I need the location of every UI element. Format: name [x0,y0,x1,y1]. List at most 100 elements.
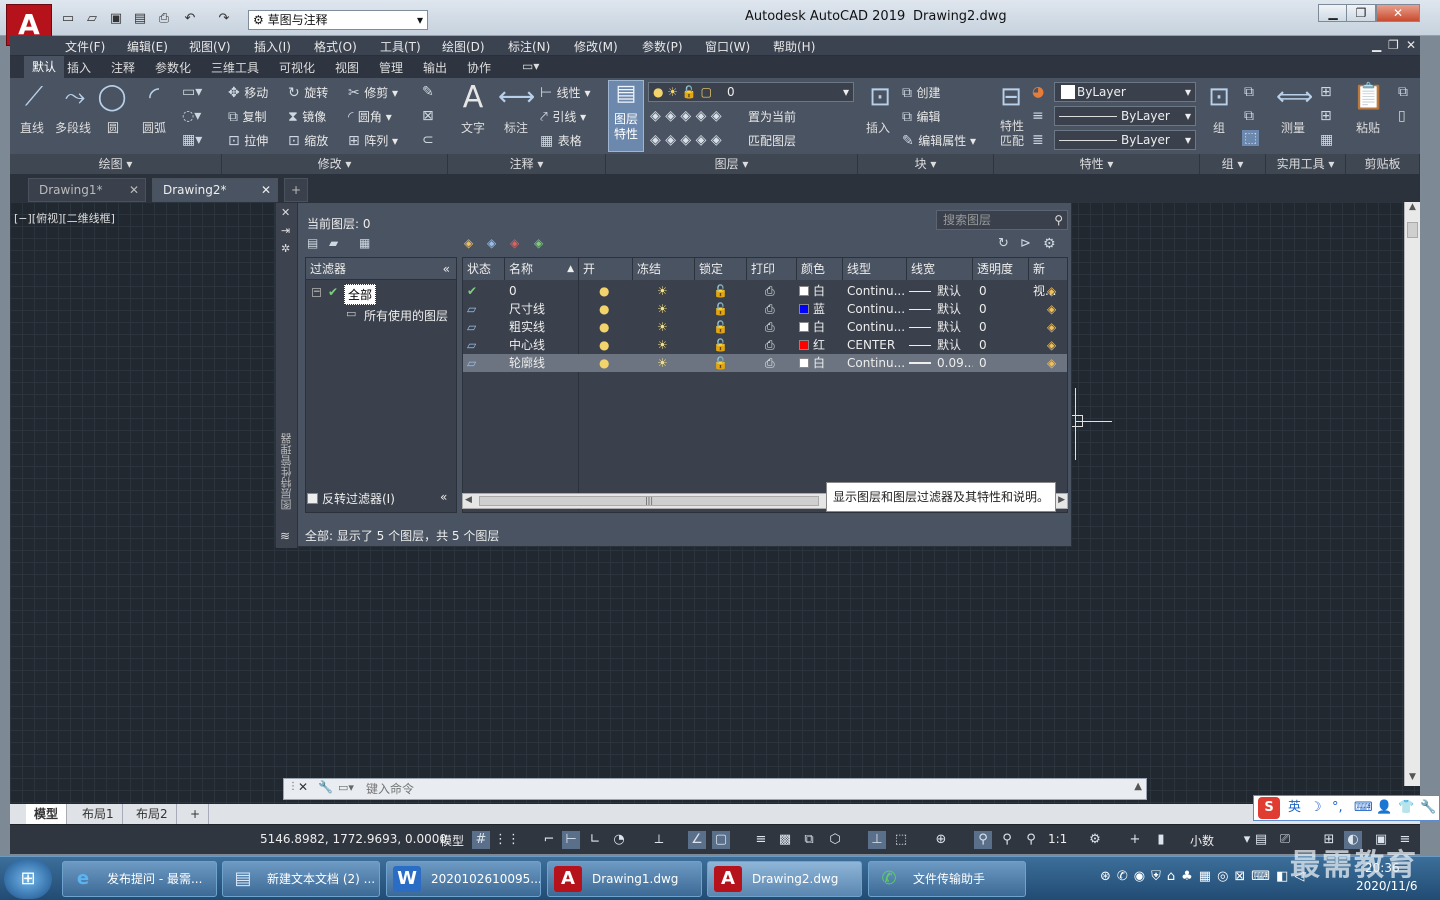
layer-dropdown[interactable]: ● ☀ 🔓 ▢ 0 ▾ [648,82,854,102]
printer-icon[interactable]: ⎙ [765,282,775,300]
task-drawing1[interactable]: A Drawing1.dwg [547,861,702,897]
file-tab-drawing2[interactable]: Drawing2* ✕ [152,178,278,202]
vp-freeze-icon[interactable]: ◈ [1047,318,1056,336]
color-dropdown[interactable]: ByLayer ▾ [1054,82,1196,102]
array-button[interactable]: ⊞ 阵列 ▾ [348,132,398,149]
group-button[interactable]: 组 [1213,119,1225,136]
table-button[interactable]: ▦ 表格 [540,132,582,149]
new-group-filter-icon[interactable]: ▰ [329,236,338,250]
layer-tools-row2-icon[interactable]: ◈ ◈ ◈ ◈ ◈ [650,132,722,148]
tree-item-all-used[interactable]: 所有使用的图层 [364,307,448,324]
layer-lineweight[interactable]: 默认 [909,336,973,354]
lightbulb-on-icon[interactable]: ● [599,354,609,372]
start-button[interactable]: ⊞ [4,859,52,899]
selection-cycling-icon[interactable]: ⧉ [800,831,818,849]
ortho-icon[interactable]: ∟ [586,831,604,849]
menu-window[interactable]: 窗口(W) [705,38,750,55]
sun-icon[interactable]: ☀ [657,300,668,318]
print-icon[interactable]: ⎙ [154,10,174,28]
vp-freeze-icon[interactable]: ◈ [1047,354,1056,372]
punctuation-icon[interactable]: °, [1332,796,1343,820]
menu-help[interactable]: 帮助(H) [773,38,815,55]
units-value[interactable]: 小数 [1190,832,1214,849]
circle-button[interactable]: 圆 [107,119,119,136]
layout-tab-2[interactable]: 布局2 [128,804,177,824]
set-current-button[interactable]: 置为当前 [748,108,796,125]
user-icon[interactable]: 👤 [1376,796,1392,820]
select-all-icon[interactable]: ⊞ [1320,108,1332,124]
mirror-button[interactable]: ⧗ 镜像 [288,108,326,125]
gear-icon[interactable]: ⚙ [1043,236,1056,252]
insert-block-icon[interactable]: ⊡ [862,82,898,112]
undo-icon[interactable]: ↶ [180,10,200,28]
new-property-filter-icon[interactable]: ▤ [307,236,318,250]
cut-icon[interactable]: ⧉ [1398,84,1408,100]
skin-icon[interactable]: 👕 [1398,796,1414,820]
tab-visualize[interactable]: 可视化 [279,59,315,76]
layer-transparency[interactable]: 0 [979,354,987,372]
annotation-visibility-icon[interactable]: ⚲ [974,831,992,849]
task-drawing2[interactable]: A Drawing2.dwg [707,861,862,897]
unlocked-icon[interactable]: 🔓 [713,354,728,372]
gizmo-icon[interactable]: ⊕ [932,831,950,849]
model-space-button[interactable]: 模型 [440,832,464,849]
doc-close-icon[interactable]: ✕ [1406,38,1416,52]
close-icon[interactable]: ✕ [129,179,139,201]
panel-annotation[interactable]: 注释 ▾ [448,154,606,174]
col-status[interactable]: 状态 [463,258,505,280]
unlocked-icon[interactable]: 🔓 [713,300,728,318]
layer-row[interactable]: ✔ 0 ● ☀ 🔓 ⎙ 白 Continu... 默认 0 ◈ [463,282,1067,300]
workspace-select[interactable]: ⚙ 草图与注释 ▾ [248,10,428,30]
grid-icon[interactable]: # [472,831,490,849]
panel-properties[interactable]: 特性 ▾ [994,154,1200,174]
selection-filter-icon[interactable]: ⬚ [892,831,910,849]
layer-linetype[interactable]: Continu... [847,318,907,336]
panel-block[interactable]: 块 ▾ [858,154,994,174]
layer-color[interactable]: 红 [799,336,825,354]
quick-select-icon[interactable]: ⊞ [1320,84,1332,100]
tab-view[interactable]: 视图 [335,59,359,76]
printer-icon[interactable]: ⎙ [765,354,775,372]
tab-insert[interactable]: 插入 [67,59,91,76]
new-tab-button[interactable]: + [284,178,308,202]
line-icon[interactable]: ⟋ [18,82,50,113]
invert-filter-checkbox[interactable]: 反转过滤器(I) [307,490,395,507]
layer-transparency[interactable]: 0 [979,282,987,300]
explode-icon[interactable]: ⊠ [422,108,434,124]
tree-collapse-icon[interactable]: − [312,288,321,297]
printer-icon[interactable]: ⎙ [765,336,775,354]
sun-icon[interactable]: ☀ [657,354,668,372]
command-input[interactable] [366,780,1146,798]
dimension-button[interactable]: 标注 [504,119,528,136]
close-icon[interactable]: ✕ [298,780,308,794]
edit-attributes-button[interactable]: ✎ 编辑属性 ▾ [902,132,976,149]
refresh-icon[interactable]: ↻ [998,236,1009,251]
create-block-button[interactable]: ⧉ 创建 [902,84,940,101]
scroll-thumb[interactable] [1407,222,1418,238]
scroll-right-icon[interactable]: ▶ [1058,495,1065,505]
ribbon-toggle-icon[interactable]: ▭▾ [522,59,539,73]
viewport-controls[interactable]: [−][俯视][二维线框] [14,210,115,226]
workspace-gear-icon[interactable]: ⚙ [1086,831,1104,849]
lineweight-icon[interactable]: ≣ [1032,132,1044,148]
task-wechat[interactable]: ✆ 文件传输助手 [868,861,1026,897]
group-select-icon[interactable]: ⬚ [1242,130,1260,146]
layer-linetype[interactable]: Continu... [847,300,907,318]
rotate-button[interactable]: ↻ 旋转 [288,84,328,101]
gradient-icon[interactable]: ▦▾ [182,132,202,148]
sun-icon[interactable]: ☀ [657,318,668,336]
panel-groups[interactable]: 组 ▾ [1200,154,1266,174]
vp-freeze-icon[interactable]: ◈ [1047,282,1056,300]
snap-icon[interactable]: ⋮⋮ [494,831,520,849]
cursor-coordinates[interactable]: 5146.8982, 1772.9693, 0.0000 [260,832,447,846]
line-button[interactable]: 直线 [20,119,44,136]
task-ie[interactable]: e 发布提问 - 最需... [62,861,217,897]
lightbulb-on-icon[interactable]: ● [599,336,609,354]
col-name[interactable]: 名称 ▲ [505,258,579,280]
transparency-icon[interactable]: ▩ [776,831,794,849]
save-icon[interactable]: ▣ [106,10,126,28]
col-transparency[interactable]: 透明度 [973,258,1029,280]
measure-button[interactable]: 测量 [1281,119,1305,136]
layer-linetype[interactable]: Continu... [847,282,907,300]
text-button[interactable]: 文字 [461,119,485,136]
